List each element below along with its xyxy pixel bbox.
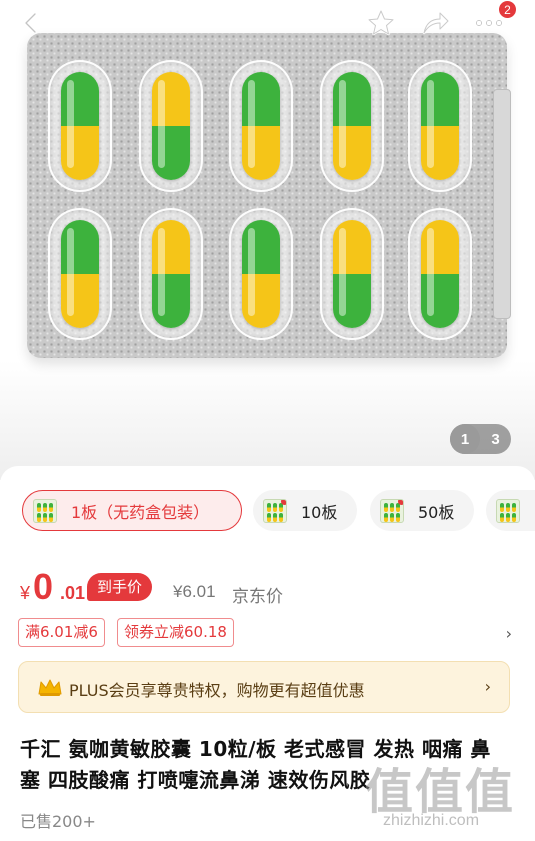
chevron-right-icon: ›	[484, 677, 491, 696]
capsule	[242, 72, 280, 180]
capsule-pocket	[48, 60, 112, 192]
spec-option-label: 10板	[301, 502, 338, 522]
product-title: 千汇 氨咖黄敏胶囊 10粒/板 老式感冒 发热 咽痛 鼻塞 四肢酸痛 打喷嚏流鼻…	[20, 737, 491, 792]
image-pager: 1 3	[450, 424, 511, 454]
capsule	[333, 72, 371, 180]
price-integer: 0	[33, 566, 54, 607]
capsule-pocket	[48, 208, 112, 340]
spec-thumbnail	[33, 498, 57, 523]
capsule-pocket	[229, 60, 293, 192]
sold-count: 已售200+	[20, 812, 96, 831]
more-icon	[476, 20, 502, 26]
product-info-card: 1板（无药盒包装） 10板 50板 ¥ 0 .01 到手价 ¥6.01 京东价 …	[0, 466, 535, 841]
product-image-gallery[interactable]: 1 3	[0, 0, 535, 480]
price-row: ¥ 0 .01 到手价 ¥6.01 京东价	[20, 566, 520, 608]
spec-option-1[interactable]: 1板（无药盒包装）	[22, 490, 242, 531]
spec-option-4[interactable]	[486, 490, 535, 531]
spec-thumbnail	[496, 498, 520, 523]
capsule	[152, 72, 190, 180]
capsule-pocket	[139, 60, 203, 192]
favorite-button[interactable]	[364, 6, 398, 40]
coupon-instant-discount[interactable]: 领券立减60.18	[117, 618, 234, 647]
capsule-pocket	[139, 208, 203, 340]
capsule	[61, 72, 99, 180]
pager-total: 3	[491, 430, 500, 448]
jd-price-label: 京东价	[232, 587, 283, 607]
hand-price-tag: 到手价	[87, 573, 153, 601]
price-decimal: .01	[60, 583, 86, 603]
capsule	[421, 72, 459, 180]
chevron-right-icon: ›	[505, 624, 512, 643]
spec-option-2[interactable]: 10板	[253, 490, 357, 531]
capsule	[61, 220, 99, 328]
back-arrow-icon	[24, 12, 37, 34]
spec-option-3[interactable]: 50板	[370, 490, 474, 531]
capsule	[333, 220, 371, 328]
notification-badge: 2	[498, 0, 517, 19]
capsule-pocket	[229, 208, 293, 340]
back-button[interactable]	[14, 6, 48, 40]
capsule	[152, 220, 190, 328]
price-currency: ¥	[20, 583, 31, 603]
blister-tab	[493, 89, 511, 319]
coupon-full-reduction[interactable]: 满6.01减6	[18, 618, 105, 647]
spec-thumbnail	[380, 498, 404, 523]
share-icon	[422, 11, 450, 35]
spec-option-label: 1板（无药盒包装）	[71, 502, 210, 522]
plus-banner-text: PLUS会员享尊贵特权，购物更有超值优惠	[69, 681, 365, 700]
crown-icon	[38, 679, 62, 696]
spec-option-label: 50板	[418, 502, 455, 522]
plus-membership-banner[interactable]: PLUS会员享尊贵特权，购物更有超值优惠 ›	[18, 661, 510, 713]
coupon-row[interactable]: 满6.01减6 领券立减60.18 ›	[18, 618, 518, 648]
pager-current: 1	[450, 424, 480, 454]
capsule	[242, 220, 280, 328]
star-icon	[367, 9, 395, 36]
jd-price: ¥6.01	[173, 582, 216, 601]
capsule-pocket	[408, 208, 472, 340]
capsule-pocket	[320, 208, 384, 340]
capsule	[421, 220, 459, 328]
capsule-pocket	[320, 60, 384, 192]
top-navigation-bar: 2	[0, 0, 535, 46]
blister-pack-image	[27, 33, 511, 358]
share-button[interactable]	[418, 6, 452, 40]
spec-thumbnail	[263, 498, 287, 523]
capsule-pocket	[408, 60, 472, 192]
spec-selector: 1板（无药盒包装） 10板 50板	[20, 490, 535, 532]
